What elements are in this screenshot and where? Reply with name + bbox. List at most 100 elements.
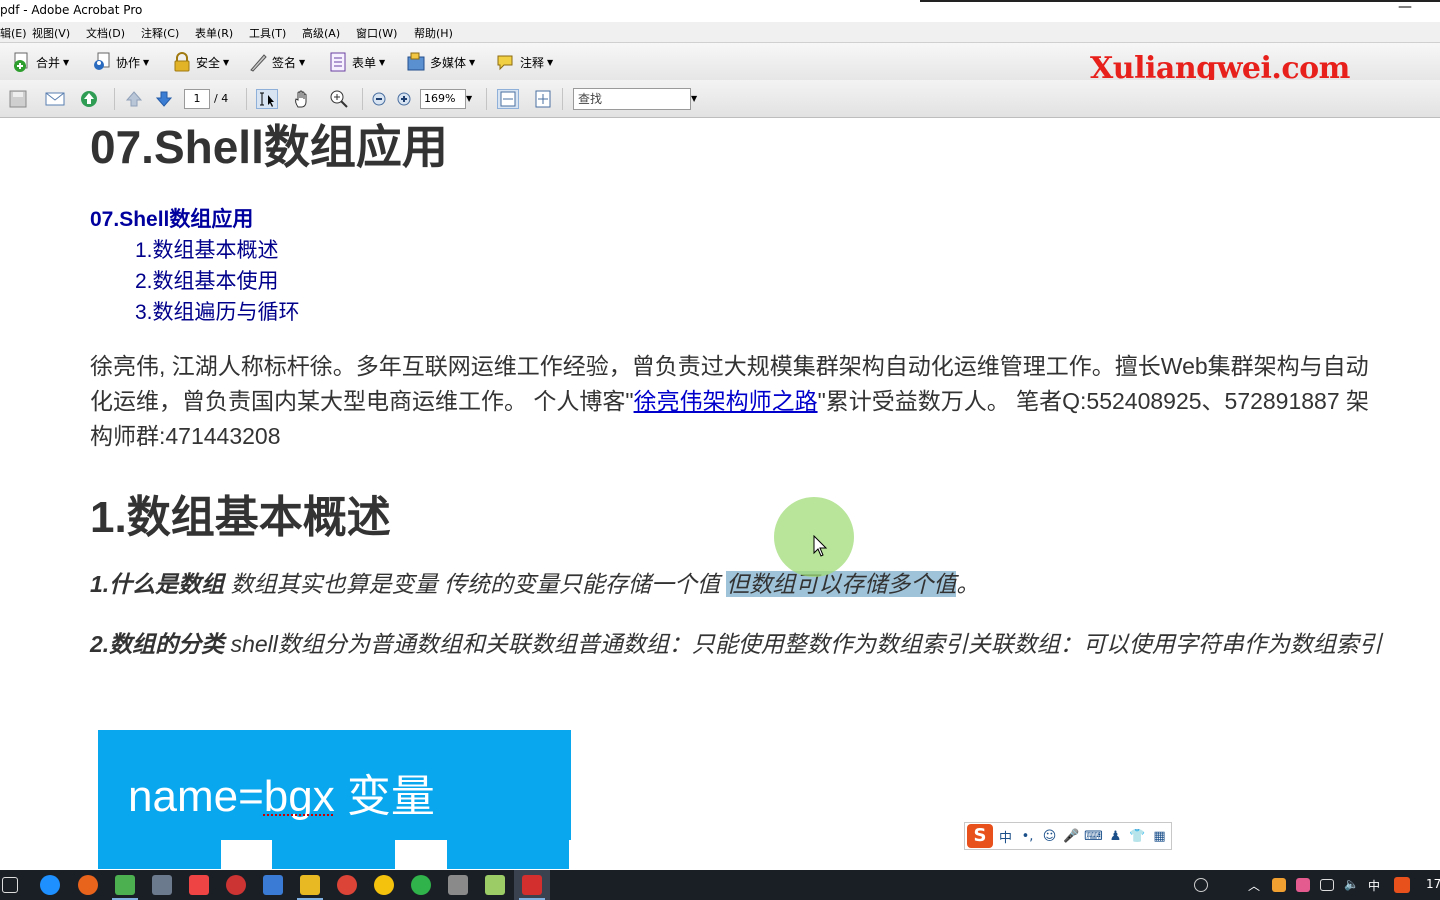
zoom-dropdown-icon[interactable]: ▼ [466,89,476,109]
sign-button[interactable]: 签名 ▼ [248,51,305,73]
selected-text: 但数组可以存储多个值 [726,571,957,597]
firefox-icon[interactable] [78,875,98,895]
comment-button[interactable]: 注释 ▼ [496,51,553,73]
classification-paragraph: 2.数组的分类 shell数组分为普通数组和关联数组普通数组：只能使用整数作为数… [90,627,1400,662]
fit-page-icon[interactable] [533,89,555,109]
wechat-icon[interactable] [411,875,431,895]
menu-view[interactable]: 视图(V) [32,25,70,41]
sogou-logo-icon[interactable]: S [967,824,993,848]
sogou-tray-icon[interactable] [1394,877,1410,893]
prev-page-icon[interactable] [124,89,146,109]
notes-icon[interactable] [485,875,505,895]
volume-icon[interactable]: 🔈 [1344,877,1359,891]
classification-text: shell数组分为普通数组和关联数组普通数组：只能使用整数作为数组索引关联数组：… [224,631,1382,657]
merge-icon [12,52,32,72]
blog-link[interactable]: 徐亮伟架构师之路 [634,388,818,414]
menu-window[interactable]: 窗口(W) [356,25,397,41]
form-icon [328,52,348,72]
separator [114,88,115,110]
terminal-icon[interactable] [152,875,172,895]
multimedia-button[interactable]: 多媒体 ▼ [406,51,475,73]
skin-icon[interactable]: 👕 [1128,829,1147,844]
tray-app-icon[interactable] [1272,878,1286,892]
chevron-up-icon[interactable]: ︿ [1248,877,1260,894]
forms-button[interactable]: 表单 ▼ [328,51,385,73]
separator [562,88,563,110]
separator [486,88,487,110]
collaborate-icon [92,52,112,72]
find-dropdown-icon[interactable]: ▼ [691,88,701,110]
punctuation-icon[interactable]: •, [1018,829,1037,844]
menu-comments[interactable]: 注释(C) [141,25,179,41]
separator [246,88,247,110]
menu-document[interactable]: 文档(D) [86,25,125,41]
array-cell [98,838,221,869]
edge-browser-icon[interactable] [40,875,60,895]
ime-mode-toggle[interactable]: 中 [996,827,1015,846]
emoji-icon[interactable]: ☺ [1040,829,1059,844]
definition-end: 。 [956,571,980,597]
task-view-icon[interactable] [2,877,18,893]
zoom-in-icon[interactable] [395,89,417,109]
find-input[interactable]: 查找 [573,88,691,110]
zoom-level-input[interactable]: 169% [420,89,466,109]
network-status-icon[interactable] [1320,879,1334,891]
microphone-icon[interactable]: 🎤 [1062,829,1081,844]
chrome-icon[interactable] [337,875,357,895]
spellcheck-underline [263,812,333,816]
keyboard-icon[interactable]: ⌨ [1084,829,1103,844]
merge-label: 合并 [36,55,61,70]
fit-width-icon[interactable] [497,89,519,109]
upload-icon[interactable] [78,89,100,109]
hand-tool-icon[interactable] [292,89,314,109]
input-language[interactable]: 中 [1368,877,1380,894]
collaborate-label: 协作 [116,55,141,70]
toolbox-icon[interactable]: ▦ [1150,829,1169,844]
comment-icon [496,52,516,72]
menu-help[interactable]: 帮助(H) [414,25,453,41]
minimize-button[interactable]: — [1390,0,1420,20]
toc-item-3[interactable]: 3.数组遍历与循环 [135,296,300,326]
email-icon[interactable] [44,89,66,109]
window-title: pdf - Adobe Acrobat Pro [0,3,143,17]
folder-icon[interactable] [300,875,320,895]
lock-icon [172,52,192,72]
save-icon[interactable] [8,89,30,109]
menu-advanced[interactable]: 高级(A) [302,25,340,41]
qq-icon[interactable] [374,875,394,895]
mouse-pointer-icon [813,535,828,557]
pen-icon [248,52,268,72]
menu-tools[interactable]: 工具(T) [249,25,286,41]
app-icon[interactable] [448,875,468,895]
toc-item-2[interactable]: 2.数组基本使用 [135,265,279,295]
app-icon[interactable] [115,875,135,895]
next-page-icon[interactable] [154,89,176,109]
multimedia-label: 多媒体 [430,55,467,70]
comment-label: 注释 [520,55,545,70]
toc-item-1[interactable]: 1.数组基本概述 [135,234,279,264]
navigation-toolbar: 1 / 4 169% ▼ [0,80,1440,118]
acrobat-icon[interactable] [522,875,542,895]
security-button[interactable]: 安全 ▼ [172,51,229,73]
taskbar: ︿ 🔈 中 17 [0,870,1440,900]
zoom-tool-icon[interactable] [328,89,350,109]
collaborate-button[interactable]: 协作 ▼ [92,51,149,73]
menu-edit[interactable]: 辑(E) [0,25,27,41]
user-icon[interactable]: ♟ [1106,829,1125,844]
menu-forms[interactable]: 表单(R) [195,25,233,41]
merge-button[interactable]: 合并 ▼ [12,51,69,73]
ime-toolbar: S 中 •, ☺ 🎤 ⌨ ♟ 👕 ▦ [964,822,1172,850]
section-heading: 1.数组基本概述 [90,493,391,542]
toc-item-main[interactable]: 07.Shell数组应用 [90,203,253,233]
zoom-out-icon[interactable] [370,89,392,109]
tray-app-icon[interactable] [1296,878,1310,892]
people-icon[interactable] [1194,878,1208,892]
array-cell [272,838,395,869]
page-number-input[interactable]: 1 [184,89,210,109]
app-icon[interactable] [226,875,246,895]
select-text-icon[interactable] [256,89,278,109]
mail-icon[interactable] [189,875,209,895]
multimedia-icon [406,52,426,72]
network-icon[interactable] [263,875,283,895]
clock[interactable]: 17 [1426,877,1440,891]
